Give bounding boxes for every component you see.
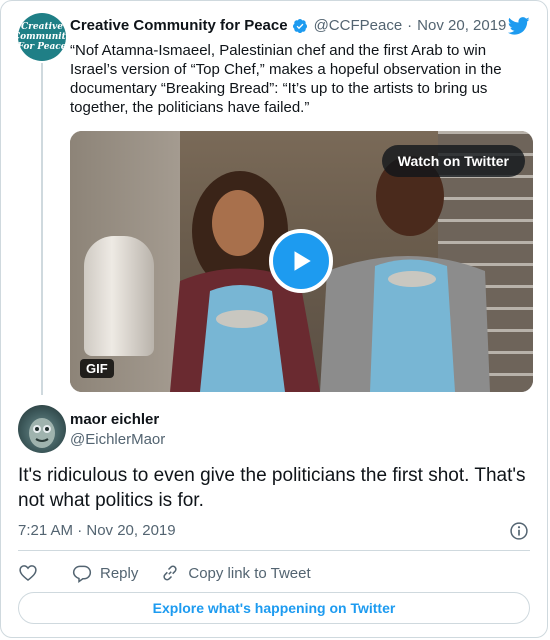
header-separator: · bbox=[407, 17, 413, 34]
quoted-tweet-date[interactable]: Nov 20, 2019 bbox=[417, 17, 506, 34]
info-icon[interactable] bbox=[509, 521, 529, 541]
reply-tweet-text: It's ridiculous to even give the politic… bbox=[18, 465, 526, 511]
reply-tweet-timestamp[interactable]: 7:21 AM · Nov 20, 2019 bbox=[18, 522, 176, 539]
reply-button[interactable]: Reply bbox=[72, 563, 138, 583]
explore-twitter-button[interactable]: Explore what's happening on Twitter bbox=[18, 592, 530, 624]
thread-line bbox=[41, 63, 43, 395]
copy-link-button[interactable]: Copy link to Tweet bbox=[160, 563, 311, 583]
play-icon bbox=[294, 251, 311, 271]
link-icon bbox=[163, 565, 177, 581]
gif-badge: GIF bbox=[80, 359, 114, 378]
avatar-image bbox=[29, 418, 55, 448]
quoted-author-avatar[interactable]: Creative Community For Peace bbox=[13, 13, 71, 61]
reply-author-name[interactable]: maor eichler bbox=[70, 411, 159, 428]
quoted-tweet-text: “Nof Atamna-Ismaeel, Palestinian chef an… bbox=[70, 42, 502, 116]
quoted-tweet-header: Creative Community for Peace @CCFPeace ·… bbox=[70, 15, 533, 37]
heart-icon bbox=[19, 565, 37, 582]
reply-label: Reply bbox=[100, 564, 139, 582]
tweet-actions: Reply Copy link to Tweet bbox=[18, 561, 311, 585]
reply-author-handle[interactable]: @EichlerMaor bbox=[70, 431, 165, 448]
avatar-logo-text: Creative Community For Peace bbox=[12, 22, 72, 52]
copy-link-label: Copy link to Tweet bbox=[188, 564, 311, 582]
quoted-author-handle[interactable]: @CCFPeace bbox=[314, 17, 403, 34]
reply-icon bbox=[72, 565, 92, 583]
twitter-bird-icon[interactable] bbox=[507, 15, 531, 37]
reply-author-avatar[interactable] bbox=[18, 405, 66, 453]
divider bbox=[18, 550, 530, 551]
embedded-tweet-card: Creative Community For Peace Creative Co… bbox=[0, 0, 548, 638]
like-button[interactable] bbox=[18, 563, 38, 583]
verified-badge-icon bbox=[292, 18, 307, 33]
watch-on-twitter-button[interactable]: Watch on Twitter bbox=[381, 145, 525, 177]
media-person-right bbox=[320, 156, 490, 392]
tweet-media[interactable]: Watch on Twitter GIF bbox=[70, 131, 533, 392]
quoted-author-name[interactable]: Creative Community for Peace bbox=[70, 17, 288, 34]
play-button[interactable] bbox=[269, 229, 333, 293]
media-mixer-shape bbox=[84, 236, 154, 356]
